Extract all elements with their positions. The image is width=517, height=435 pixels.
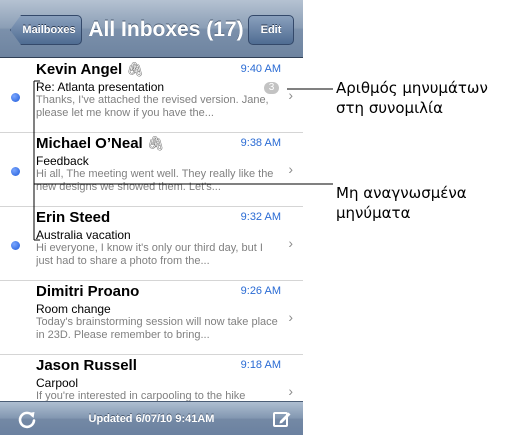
message-sender: Jason Russell (36, 357, 137, 374)
message-preview: Today's brainstorming session will now t… (36, 316, 278, 341)
unread-caption: Μη αναγνωσμένα μηνύματα (336, 183, 467, 223)
mailboxes-back-button[interactable]: Mailboxes (10, 15, 82, 45)
message-sender: Kevin Angel 🖇︎ (36, 61, 144, 78)
message-sender: Michael O’Neal 🖇︎ (36, 135, 165, 152)
chevron-right-icon: › (288, 383, 293, 399)
paperclip-icon: 🖇︎ (146, 135, 165, 151)
chevron-right-icon: › (288, 235, 293, 251)
unread-dot-icon (11, 93, 20, 102)
thread-count-caption: Αριθμός μηνυμάτων στη συνομιλία (336, 78, 488, 118)
caption-line: Μη αναγνωσμένα (336, 184, 467, 202)
message-list: Kevin Angel 🖇︎ 9:40 AM Re: Atlanta presen… (0, 59, 303, 401)
compose-icon[interactable] (272, 409, 292, 429)
update-status: Updated 6/07/10 9:41AM (88, 413, 215, 425)
refresh-icon[interactable] (16, 408, 38, 430)
message-subject: Australia vacation (36, 228, 131, 242)
message-subject: Room change (36, 302, 111, 316)
caption-line: στη συνομιλία (336, 99, 444, 117)
message-sender: Dimitri Proano (36, 283, 140, 300)
navigation-bar: Mailboxes All Inboxes (17) Edit (0, 0, 303, 58)
message-preview: Hi all, The meeting went well. They real… (36, 168, 274, 193)
caption-line: μηνύματα (336, 204, 411, 222)
message-time: 9:26 AM (240, 285, 281, 297)
chevron-right-icon: › (288, 161, 293, 177)
message-subject: Feedback (36, 154, 89, 168)
caption-line: Αριθμός μηνυμάτων (336, 79, 488, 97)
message-row[interactable]: Erin Steed 9:32 AM Australia vacation Hi… (0, 207, 303, 281)
thread-count-badge: 3 (264, 82, 279, 94)
message-time: 9:32 AM (240, 211, 281, 223)
edit-button[interactable]: Edit (248, 15, 294, 45)
message-row[interactable]: Kevin Angel 🖇︎ 9:40 AM Re: Atlanta presen… (0, 59, 303, 133)
page-title: All Inboxes (17) (88, 18, 244, 41)
message-subject: Re: Atlanta presentation (36, 80, 165, 94)
message-time: 9:38 AM (240, 137, 281, 149)
chevron-right-icon: › (288, 87, 293, 103)
unread-dot-icon (11, 167, 20, 176)
chevron-right-icon: › (288, 309, 293, 325)
bottom-toolbar: Updated 6/07/10 9:41AM (0, 401, 303, 435)
message-preview: Thanks, I've attached the revised versio… (36, 94, 269, 119)
message-subject: Carpool (36, 376, 79, 390)
message-preview: If you're interested in carpooling to th… (36, 390, 246, 401)
unread-dot-icon (11, 241, 20, 250)
message-sender: Erin Steed (36, 209, 111, 226)
mail-screen: Mailboxes All Inboxes (17) Edit Kevin An… (0, 0, 303, 435)
message-row[interactable]: Michael O’Neal 🖇︎ 9:38 AM Feedback Hi all… (0, 133, 303, 207)
message-row[interactable]: Jason Russell 9:18 AM Carpool If you're … (0, 355, 303, 401)
message-preview: Hi everyone, I know it's only our third … (36, 242, 263, 267)
message-time: 9:18 AM (240, 359, 281, 371)
message-row[interactable]: Dimitri Proano 9:26 AM Room change Today… (0, 281, 303, 355)
message-time: 9:40 AM (240, 63, 281, 75)
paperclip-icon: 🖇︎ (126, 61, 144, 77)
